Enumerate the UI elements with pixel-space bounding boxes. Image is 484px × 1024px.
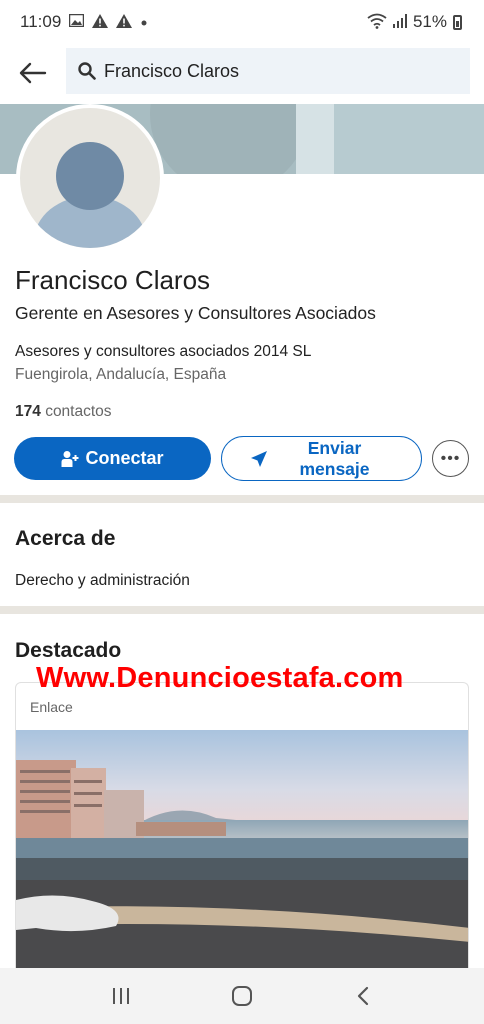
send-icon [251, 450, 267, 467]
beach-photo [16, 730, 468, 968]
battery-percent: 51% [412, 12, 447, 31]
search-input[interactable]: Francisco Claros [66, 48, 470, 94]
avatar[interactable] [16, 104, 164, 252]
back-nav-button[interactable] [343, 976, 383, 1016]
chevron-left-icon [358, 986, 369, 1006]
profile-location: Fuengirola, Andalucía, España [15, 366, 227, 383]
status-left: 11:09 [20, 12, 148, 32]
recent-apps-button[interactable] [101, 976, 141, 1016]
more-dots-icon: ••• [440, 449, 461, 467]
home-button[interactable] [222, 976, 262, 1016]
connect-button[interactable]: Conectar [14, 437, 211, 480]
image-icon [69, 13, 85, 30]
about-text: Derecho y administración [15, 572, 190, 589]
watermark-text: Www.Denuncioestafa.com [36, 662, 404, 694]
wifi-icon [367, 13, 387, 32]
dot-icon [140, 15, 148, 30]
section-divider [0, 495, 484, 503]
send-message-label: Enviar mensaje [268, 438, 421, 480]
home-icon [231, 986, 252, 1006]
search-header: Francisco Claros [0, 44, 484, 102]
warning-icon [92, 13, 109, 31]
section-divider [0, 606, 484, 614]
card-tag: Enlace [30, 699, 73, 715]
featured-card[interactable]: Enlace [15, 682, 469, 968]
contacts-count: 174 [15, 403, 41, 420]
profile-company[interactable]: Asesores y consultores asociados 2014 SL [15, 343, 311, 361]
status-right: 51% [367, 12, 462, 32]
recent-apps-icon [112, 988, 129, 1004]
send-message-line2: mensaje [299, 458, 370, 479]
more-options-button[interactable]: ••• [432, 440, 469, 477]
back-arrow-icon [19, 62, 47, 84]
profile-name: Francisco Claros [15, 265, 211, 295]
contacts-label: contactos [45, 403, 112, 420]
search-icon [78, 62, 96, 80]
warning-icon [116, 13, 133, 31]
search-value: Francisco Claros [104, 60, 240, 81]
battery-icon [453, 14, 462, 30]
back-button[interactable] [16, 56, 50, 90]
profile-headline: Gerente en Asesores y Consultores Asocia… [15, 303, 376, 323]
profile-contacts: 174 contactos [15, 403, 112, 421]
about-title: Acerca de [15, 527, 116, 550]
status-time: 11:09 [20, 12, 62, 31]
system-nav-bar [0, 968, 484, 1024]
signal-icon [392, 13, 407, 31]
status-bar: 11:09 51% [0, 0, 484, 44]
featured-title: Destacado [15, 639, 122, 662]
connect-label: Conectar [85, 448, 164, 468]
add-person-icon [61, 450, 79, 467]
send-message-line1: Enviar [307, 437, 362, 458]
send-message-button[interactable]: Enviar mensaje [221, 436, 422, 481]
